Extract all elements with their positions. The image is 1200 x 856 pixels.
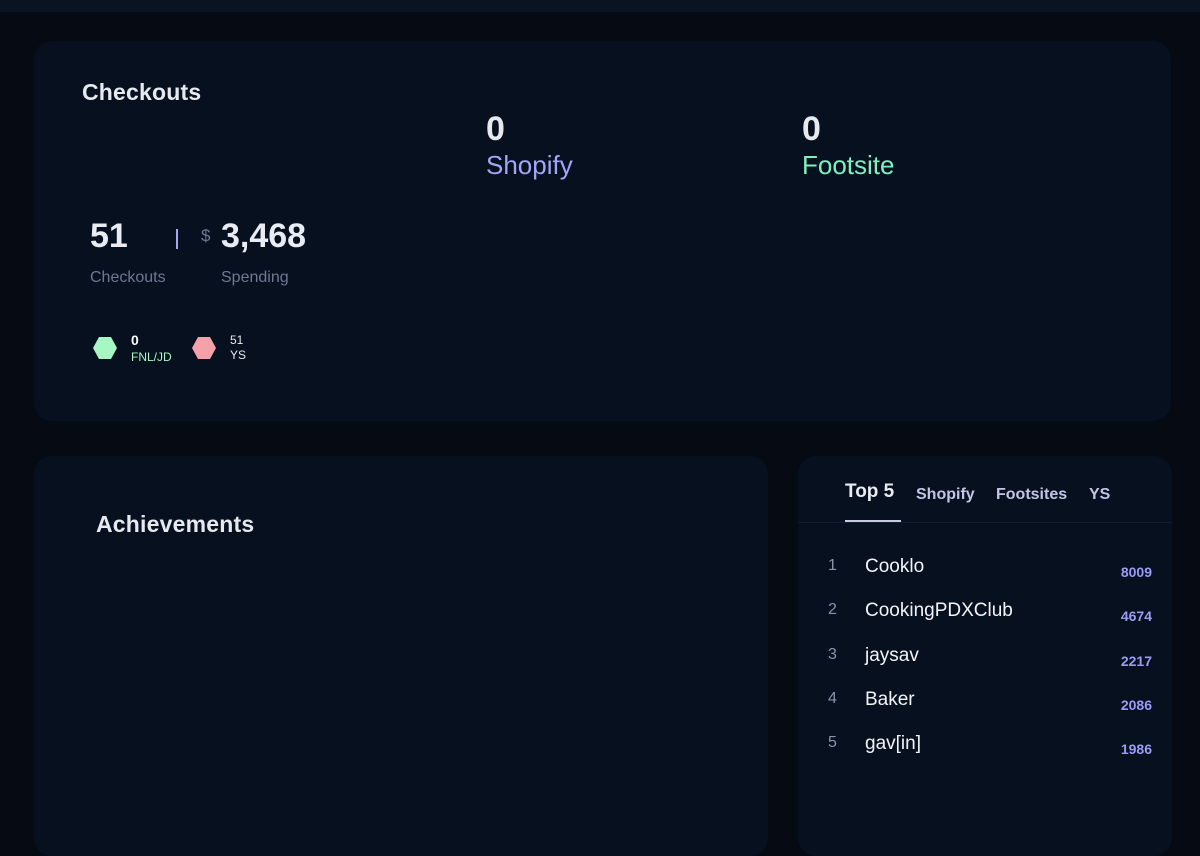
top-bar [0, 0, 1200, 12]
fnl-jd-hexagon-icon [93, 337, 117, 359]
leaderboard-row: 1 Cooklo 8009 [798, 556, 1172, 586]
rank-name: gav[in] [865, 733, 921, 754]
tab-shopify[interactable]: Shopify [916, 486, 975, 504]
checkouts-card: Checkouts 0 Shopify 0 Footsite 51 Checko… [34, 41, 1171, 421]
rank-number: 2 [828, 601, 837, 618]
rank-number: 1 [828, 557, 837, 574]
total-spending-value: 3,468 [221, 217, 307, 255]
rank-number: 5 [828, 734, 837, 751]
rank-number: 3 [828, 646, 837, 663]
rank-name: CookingPDXClub [865, 600, 1013, 621]
rank-score: 4674 [1120, 608, 1152, 624]
currency-symbol: $ [201, 226, 211, 245]
tab-top5[interactable]: Top 5 [845, 481, 894, 503]
footsite-count: 0 [802, 110, 821, 148]
leaderboard-tabs: Top 5 Shopify Footsites YS [798, 456, 1172, 523]
total-checkouts-label: Checkouts [90, 269, 166, 286]
total-spending-label: Spending [221, 269, 289, 286]
leaderboard-row: 5 gav[in] 1986 [798, 733, 1172, 763]
rank-name: Baker [865, 689, 915, 710]
ys-label: YS [230, 348, 247, 362]
rank-name: Cooklo [865, 556, 925, 577]
ys-hexagon-icon [192, 337, 216, 359]
leaderboard-card: Top 5 Shopify Footsites YS 1 Cooklo 8009… [798, 456, 1172, 856]
stat-divider [176, 229, 178, 249]
footsite-stat: 0 Footsite [802, 111, 895, 181]
rank-score: 2217 [1120, 653, 1152, 669]
leaderboard-row: 2 CookingPDXClub 4674 [798, 600, 1172, 630]
rank-score: 1986 [1120, 741, 1152, 757]
rank-name: jaysav [865, 645, 919, 666]
achievements-title: Achievements [96, 511, 255, 537]
rank-score: 8009 [1120, 564, 1152, 580]
footsite-label: Footsite [802, 150, 895, 180]
rank-score: 2086 [1120, 697, 1152, 713]
ys-count: 51 [230, 333, 244, 347]
total-checkouts-value: 51 [90, 217, 128, 255]
checkouts-title: Checkouts [82, 79, 202, 105]
rank-number: 4 [828, 690, 837, 707]
tab-ys[interactable]: YS [1089, 486, 1110, 504]
fnl-jd-count: 0 [131, 332, 139, 348]
achievements-card: Achievements [34, 456, 768, 856]
shopify-count: 0 [486, 110, 505, 148]
leaderboard-row: 4 Baker 2086 [798, 689, 1172, 719]
fnl-jd-label: FNL/JD [131, 350, 172, 364]
shopify-label: Shopify [486, 150, 573, 180]
leaderboard-row: 3 jaysav 2217 [798, 645, 1172, 675]
active-tab-indicator [845, 520, 901, 522]
shopify-stat: 0 Shopify [486, 111, 573, 181]
tab-footsites[interactable]: Footsites [996, 486, 1067, 504]
